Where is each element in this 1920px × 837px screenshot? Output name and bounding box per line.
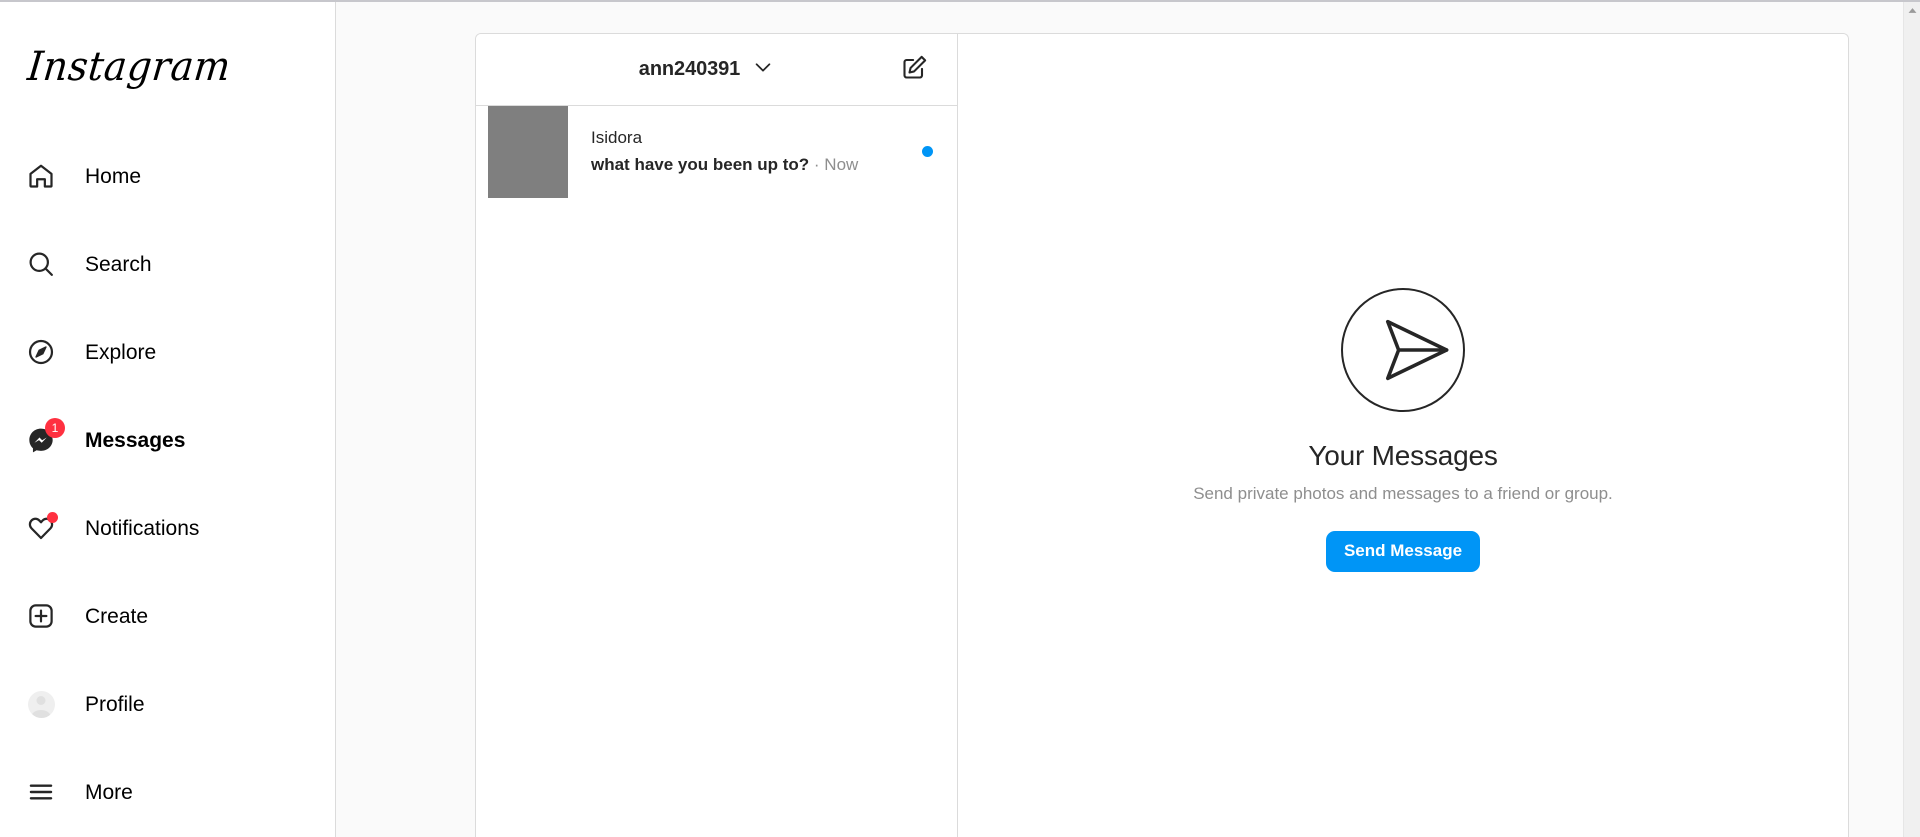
- sidebar-item-label: Search: [85, 252, 152, 276]
- sidebar-item-messages[interactable]: 1 Messages: [0, 414, 335, 466]
- sidebar-item-label: Profile: [85, 692, 145, 716]
- conversation-timestamp: Now: [824, 154, 859, 174]
- conversation-separator: ·: [809, 154, 825, 174]
- instagram-logo[interactable]: Instagram: [26, 43, 233, 90]
- heart-icon: [26, 512, 58, 543]
- conversation-name: Isidora: [591, 127, 643, 147]
- sidebar-item-explore[interactable]: Explore: [0, 326, 335, 378]
- paper-plane-in-circle-icon: [1341, 288, 1465, 412]
- conversation-avatar: [488, 106, 568, 198]
- sidebar-item-label: More: [85, 780, 133, 804]
- notifications-dot-badge: [47, 512, 58, 523]
- left-sidebar: Instagram Home Search Explore 1 Messages…: [0, 2, 336, 837]
- scroll-up-arrow-icon[interactable]: [1904, 2, 1920, 19]
- compass-icon: [26, 337, 56, 367]
- sidebar-item-home[interactable]: Home: [0, 150, 335, 202]
- sidebar-item-search[interactable]: Search: [0, 238, 335, 290]
- page-scrollbar[interactable]: [1903, 2, 1920, 837]
- empty-thread-column: Your Messages Send private photos and me…: [958, 34, 1848, 837]
- sidebar-item-label: Explore: [85, 340, 157, 364]
- inbox-header: ann240391: [476, 34, 957, 106]
- messages-panel: ann240391 Isidora what have you been up …: [475, 33, 1849, 837]
- sidebar-item-profile[interactable]: Profile: [0, 678, 335, 730]
- inbox-column: ann240391 Isidora what have you been up …: [476, 34, 958, 837]
- instagram-messages-page: Instagram Home Search Explore 1 Messages…: [0, 0, 1920, 837]
- send-message-button[interactable]: Send Message: [1325, 531, 1481, 573]
- account-name: ann240391: [638, 58, 741, 80]
- sidebar-item-label: Home: [85, 164, 142, 188]
- compose-new-message-icon: [901, 53, 929, 86]
- sidebar-item-notifications[interactable]: Notifications: [0, 502, 335, 554]
- profile-avatar-icon: [26, 689, 56, 719]
- sidebar-item-label: Notifications: [85, 516, 200, 540]
- conversation-item[interactable]: Isidora what have you been up to? · Now: [476, 106, 957, 198]
- account-switcher[interactable]: ann240391: [476, 56, 897, 83]
- content-area: ann240391 Isidora what have you been up …: [336, 2, 1920, 837]
- conversation-text: Isidora what have you been up to? · Now: [591, 126, 908, 177]
- sidebar-item-label: Messages: [85, 428, 186, 452]
- sidebar-nav-list: Home Search Explore 1 Messages Notificat…: [0, 150, 335, 837]
- plus-square-icon: [26, 601, 56, 631]
- conversation-preview: what have you been up to?: [591, 154, 810, 174]
- empty-state-title: Your Messages: [1308, 440, 1498, 471]
- conversation-preview-line: what have you been up to? · Now: [591, 153, 908, 177]
- messages-unread-badge: 1: [45, 418, 65, 438]
- hamburger-icon: [26, 777, 56, 807]
- sidebar-item-more[interactable]: More: [0, 766, 335, 818]
- empty-state-subtitle: Send private photos and messages to a fr…: [1193, 484, 1613, 503]
- avatar: [27, 690, 55, 718]
- search-icon: [26, 249, 56, 279]
- compose-new-message-button[interactable]: [897, 52, 933, 88]
- home-icon: [26, 161, 56, 191]
- messenger-icon: 1: [26, 418, 65, 455]
- sidebar-item-create[interactable]: Create: [0, 590, 335, 642]
- chevron-down-icon: [752, 56, 774, 83]
- conversation-list[interactable]: Isidora what have you been up to? · Now: [476, 106, 957, 837]
- unread-indicator-dot: [922, 145, 933, 157]
- sidebar-item-label: Create: [85, 604, 149, 628]
